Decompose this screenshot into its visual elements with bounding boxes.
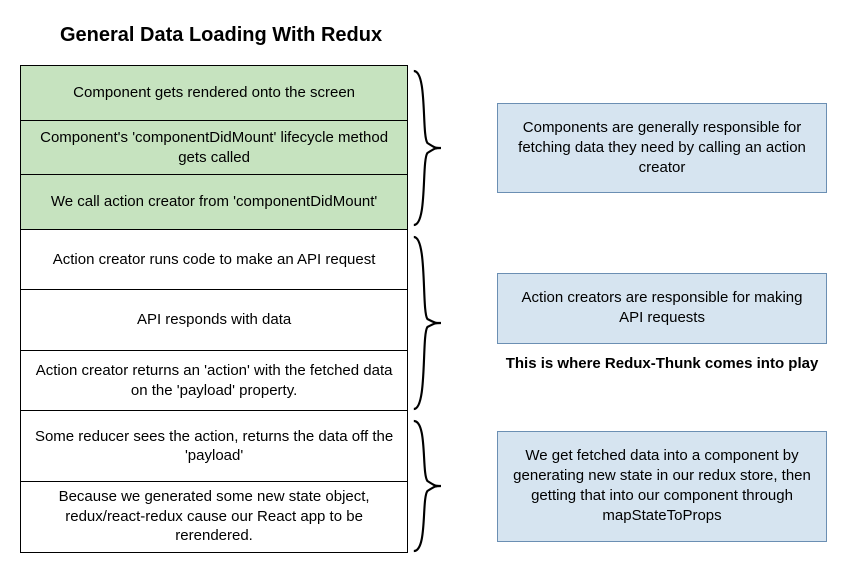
step-group-3: Some reducer sees the action, returns th… [20,412,408,553]
brace-icon [408,415,445,557]
note-box: We get fetched data into a component by … [497,431,827,542]
step-box: We call action creator from 'componentDi… [20,174,408,230]
step-box: Some reducer sees the action, returns th… [20,410,408,482]
step-box: API responds with data [20,289,408,351]
diagram-title: General Data Loading With Redux [60,24,827,47]
note-box: Action creators are responsible for maki… [497,273,827,344]
note-box: Components are generally responsible for… [497,103,827,194]
notes-column: Components are generally responsible for… [497,65,827,557]
diagram-body: Component gets rendered onto the screen … [20,65,827,557]
note-extra: This is where Redux-Thunk comes into pla… [497,354,827,374]
brace-icon [408,231,445,415]
step-group-1: Component gets rendered onto the screen … [20,65,408,230]
steps-column: Component gets rendered onto the screen … [20,65,408,553]
note-group-1: Components are generally responsible for… [497,65,827,231]
step-group-2: Action creator runs code to make an API … [20,230,408,412]
step-box: Action creator returns an 'action' with … [20,350,408,412]
brace-icon [408,65,445,231]
brace-column [408,65,445,557]
step-box: Action creator runs code to make an API … [20,229,408,291]
step-box: Component gets rendered onto the screen [20,65,408,121]
note-group-2: Action creators are responsible for maki… [497,231,827,415]
step-box: Component's 'componentDidMount' lifecycl… [20,120,408,176]
note-group-3: We get fetched data into a component by … [497,415,827,557]
step-box: Because we generated some new state obje… [20,481,408,553]
